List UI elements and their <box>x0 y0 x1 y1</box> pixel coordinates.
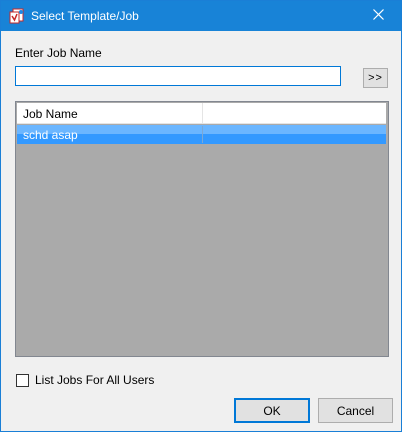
list-header: Job Name <box>17 103 386 124</box>
job-list[interactable]: Job Name schd asap <box>15 101 389 357</box>
list-row-job-name: schd asap <box>23 128 78 142</box>
dialog-window: Select Template/Job Enter Job Name >> Jo… <box>0 0 402 432</box>
job-name-input[interactable] <box>15 66 341 86</box>
title-bar[interactable]: Select Template/Job <box>1 1 401 31</box>
cancel-button[interactable]: Cancel <box>318 398 393 423</box>
column-header-job-name[interactable]: Job Name <box>17 103 203 123</box>
close-button[interactable] <box>355 1 401 31</box>
all-users-label: List Jobs For All Users <box>35 373 155 387</box>
all-users-option[interactable]: List Jobs For All Users <box>16 373 154 387</box>
app-icon <box>9 8 25 24</box>
column-header-filler <box>203 103 386 123</box>
list-row[interactable]: schd asap <box>17 125 386 144</box>
close-icon <box>372 9 384 23</box>
all-users-checkbox[interactable] <box>16 373 29 387</box>
job-name-label: Enter Job Name <box>15 46 102 60</box>
ok-button[interactable]: OK <box>234 398 310 423</box>
row-column-separator <box>202 126 203 143</box>
go-button[interactable]: >> <box>363 68 388 88</box>
window-title: Select Template/Job <box>31 9 139 23</box>
